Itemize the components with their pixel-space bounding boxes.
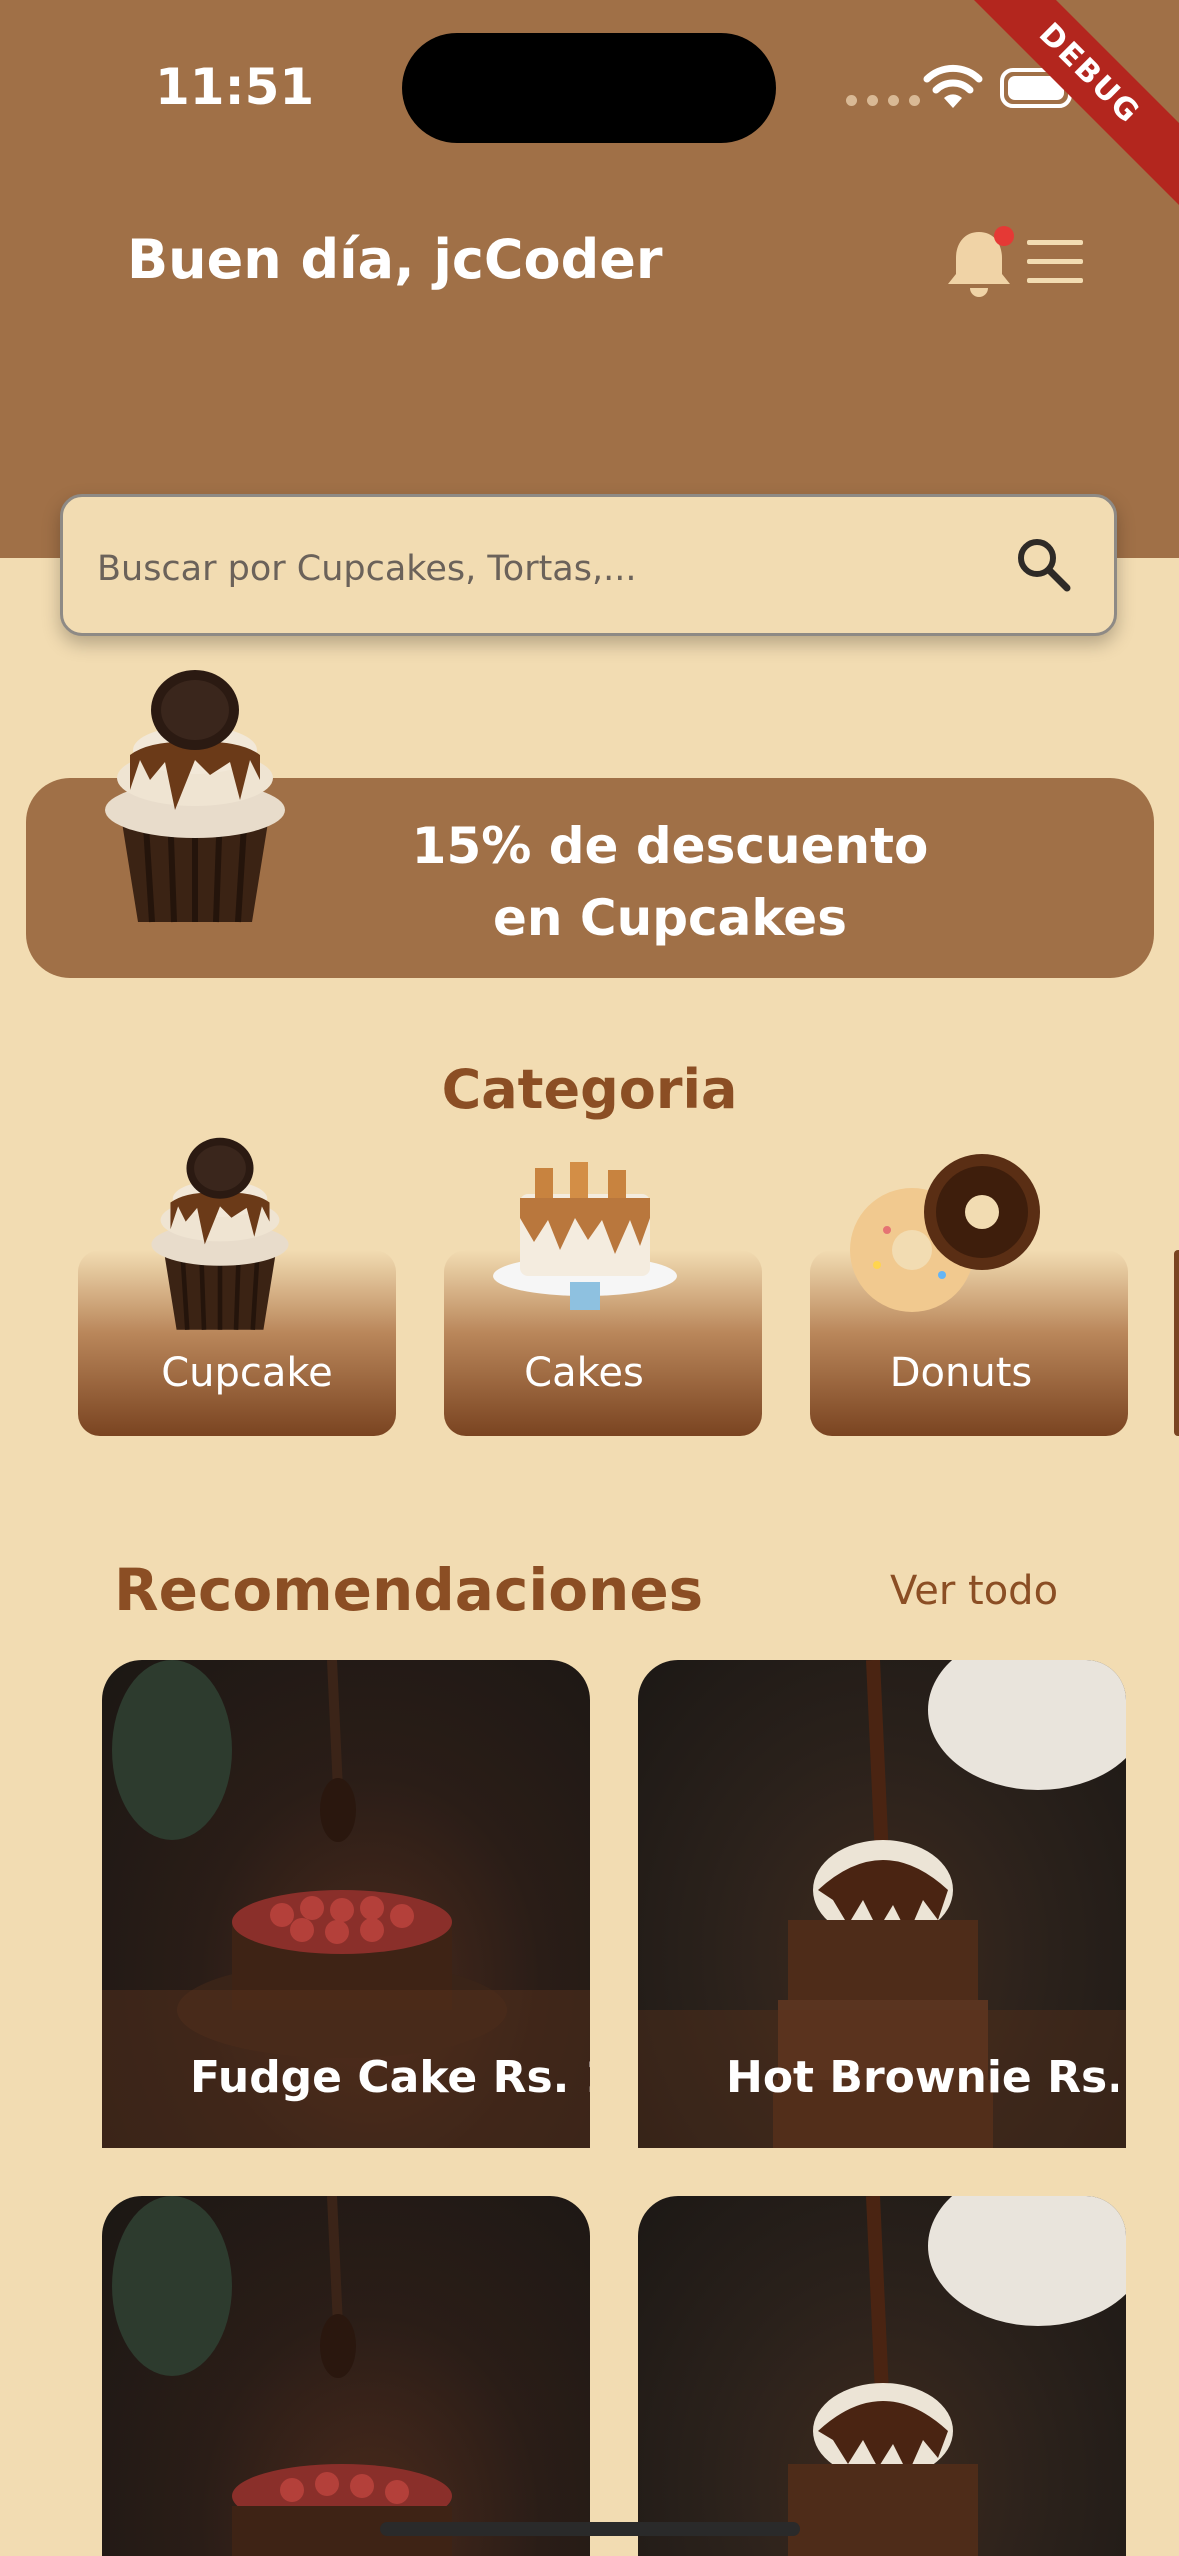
promo-line-2: en Cupcakes <box>493 889 847 947</box>
fudge-cake-image <box>112 2196 452 2556</box>
donut-image <box>850 1154 1040 1312</box>
status-time: 11:51 <box>155 58 315 116</box>
category-label-cupcake: Cupcake <box>161 1350 333 1396</box>
category-card-partial[interactable] <box>1174 1250 1179 1436</box>
recommendation-card-hot-brownie-2[interactable] <box>638 2196 1126 2556</box>
categories-title: Categoria <box>441 1058 738 1121</box>
hot-brownie-image <box>788 2196 1126 2556</box>
promo-text: 15% de descuento en Cupcakes <box>400 810 940 954</box>
cake-image <box>493 1162 677 1310</box>
recommendation-card-fudge-cake-2[interactable] <box>102 2196 590 2556</box>
notification-badge <box>994 226 1014 246</box>
search-bar[interactable]: Buscar por Cupcakes, Tortas,... <box>60 494 1117 636</box>
category-label-cakes: Cakes <box>524 1350 644 1396</box>
search-icon[interactable] <box>1014 535 1072 593</box>
menu-icon[interactable] <box>1027 240 1083 284</box>
view-all-link[interactable]: Ver todo <box>890 1568 1058 1614</box>
dynamic-island <box>402 33 776 143</box>
recommendation-label-hot-brownie: Hot Brownie Rs. <box>726 2052 1118 2103</box>
greeting-title: Buen día, jcCoder <box>127 228 663 291</box>
category-label-donuts: Donuts <box>889 1350 1033 1396</box>
promo-line-1: 15% de descuento <box>411 817 929 875</box>
home-indicator[interactable] <box>380 2522 800 2536</box>
cupcake-image <box>151 1137 289 1330</box>
recommendations-title: Recomendaciones <box>114 1556 704 1624</box>
recommendation-label-fudge-cake: Fudge Cake Rs. 1 <box>190 2052 590 2103</box>
search-input[interactable]: Buscar por Cupcakes, Tortas,... <box>97 549 637 589</box>
cupcake-image <box>105 670 285 923</box>
cellular-signal-icon <box>846 95 920 106</box>
wifi-icon <box>923 64 983 108</box>
